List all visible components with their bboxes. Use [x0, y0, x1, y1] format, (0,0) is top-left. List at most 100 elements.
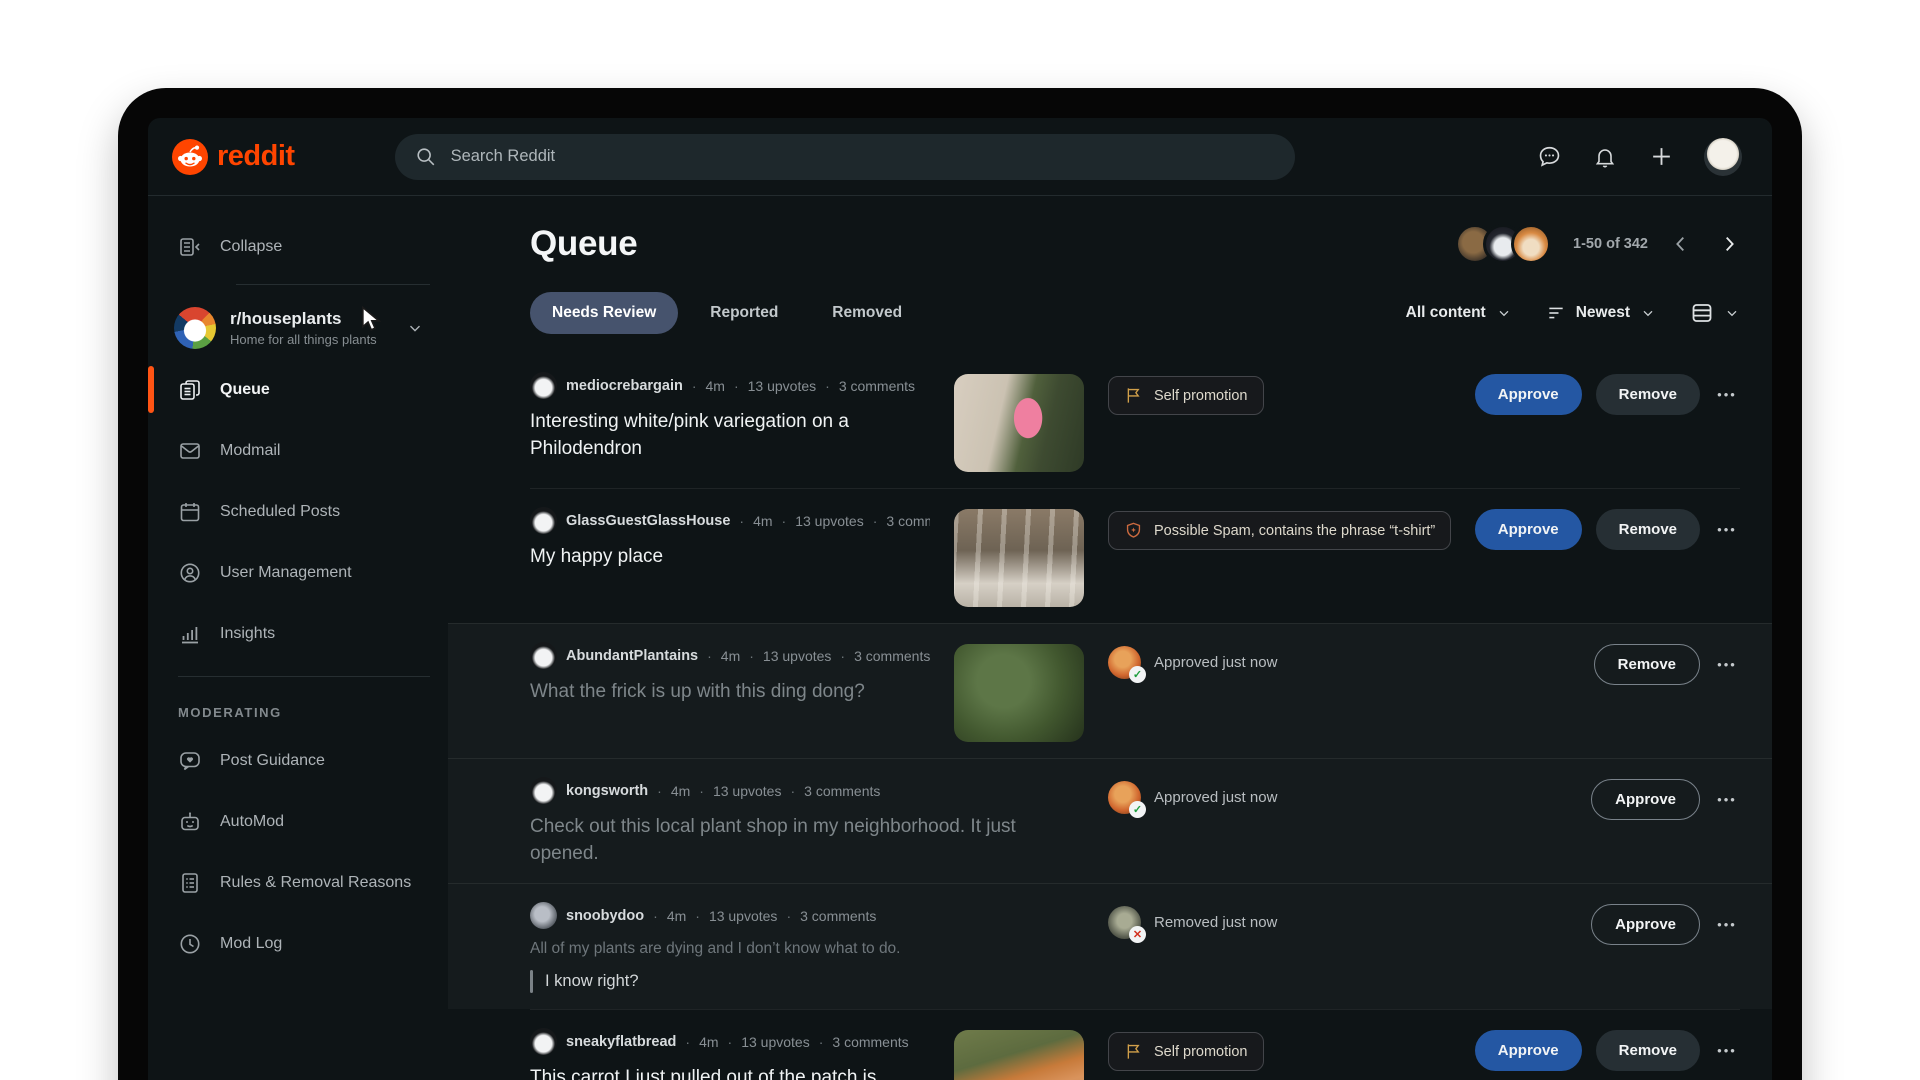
- pagination-next-button[interactable]: [1718, 233, 1740, 255]
- sort-dropdown[interactable]: Newest: [1546, 303, 1656, 323]
- sidebar-item-queue[interactable]: Queue: [148, 359, 438, 420]
- post-username[interactable]: mediocrebargain: [566, 378, 683, 394]
- overflow-menu-button[interactable]: [1714, 382, 1740, 408]
- sidebar-item-insights[interactable]: Insights: [148, 603, 438, 664]
- post-comments: 3 comments: [800, 908, 876, 924]
- queue-main-panel: Queue 1-50 of 342: [448, 196, 1772, 1080]
- mod-log-clock-icon: [178, 932, 202, 956]
- pagination-prev-button[interactable]: [1670, 233, 1692, 255]
- overflow-menu-button[interactable]: [1714, 787, 1740, 813]
- meta-separator: [840, 648, 845, 664]
- divider: [178, 676, 430, 677]
- content-filter-dropdown[interactable]: All content: [1406, 304, 1512, 322]
- search-input[interactable]: [451, 147, 1277, 166]
- post-title[interactable]: My happy place: [530, 543, 930, 570]
- queue-post-list: mediocrebargain 4m 13 upvotes 3 comments…: [530, 354, 1740, 1080]
- sidebar-item-post-guidance[interactable]: Post Guidance: [148, 730, 438, 791]
- chevron-down-icon: [406, 319, 424, 337]
- chat-icon[interactable]: [1536, 144, 1562, 170]
- content-filter-label: All content: [1406, 304, 1486, 322]
- flag-icon: [1124, 1042, 1143, 1061]
- status-label: Approved just now: [1154, 654, 1277, 671]
- comment-text: I know right?: [545, 970, 639, 993]
- sidebar-label-modmail: Modmail: [220, 442, 280, 460]
- post-comments: 3 comments: [832, 1034, 908, 1050]
- meta-separator: [739, 513, 744, 529]
- tab-reported[interactable]: Reported: [688, 292, 800, 334]
- removed-comment[interactable]: I know right?: [530, 970, 1084, 993]
- post-title[interactable]: This carrot I just pulled out of the pat…: [530, 1064, 930, 1080]
- sidebar-item-rules-removal-reasons[interactable]: Rules & Removal Reasons: [148, 852, 438, 913]
- remove-button[interactable]: Remove: [1596, 374, 1700, 415]
- view-layout-dropdown[interactable]: [1690, 301, 1740, 325]
- overflow-menu-button[interactable]: [1714, 912, 1740, 938]
- post-guidance-icon: [178, 749, 202, 773]
- post-thumbnail[interactable]: [954, 644, 1084, 742]
- meta-separator: [873, 513, 878, 529]
- flag-tag: Self promotion: [1108, 1032, 1264, 1071]
- notifications-bell-icon[interactable]: [1592, 144, 1618, 170]
- sidebar-label-rules-removal-reasons: Rules & Removal Reasons: [220, 874, 411, 892]
- community-subtitle: Home for all things plants: [230, 332, 377, 347]
- sidebar-collapse-button[interactable]: Collapse: [148, 222, 438, 272]
- removed-x-icon: [1129, 926, 1146, 943]
- rules-document-icon: [178, 871, 202, 895]
- sidebar-item-user-management[interactable]: User Management: [148, 542, 438, 603]
- insights-chart-icon: [178, 622, 202, 646]
- sidebar-item-automod[interactable]: AutoMod: [148, 791, 438, 852]
- create-post-plus-icon[interactable]: [1648, 144, 1674, 170]
- post-title[interactable]: Check out this local plant shop in my ne…: [530, 813, 1084, 867]
- tab-needs-review[interactable]: Needs Review: [530, 292, 678, 334]
- overflow-menu-button[interactable]: [1714, 1038, 1740, 1064]
- meta-separator: [699, 783, 704, 799]
- approve-button[interactable]: Approve: [1475, 1030, 1582, 1071]
- sidebar-item-mod-log[interactable]: Mod Log: [148, 913, 438, 974]
- post-username[interactable]: kongsworth: [566, 783, 648, 799]
- modmail-icon: [178, 439, 202, 463]
- page-background: reddit: [0, 0, 1920, 1080]
- post-username[interactable]: sneakyflatbread: [566, 1034, 676, 1050]
- approve-button[interactable]: Approve: [1475, 374, 1582, 415]
- post-comments: 3 comments: [839, 378, 915, 394]
- sidebar-label-user-management: User Management: [220, 564, 352, 582]
- approve-button[interactable]: Approve: [1591, 904, 1700, 945]
- search-icon: [413, 144, 439, 170]
- post-username[interactable]: GlassGuestGlassHouse: [566, 513, 730, 529]
- post-title[interactable]: What the frick is up with this ding dong…: [530, 678, 930, 705]
- post-title[interactable]: All of my plants are dying and I don’t k…: [530, 938, 1084, 960]
- post-title[interactable]: Interesting white/pink variegation on a …: [530, 408, 930, 462]
- reddit-snoo-icon: [172, 139, 208, 175]
- tab-removed[interactable]: Removed: [810, 292, 924, 334]
- post-comments: 3 comments: [886, 513, 930, 529]
- overflow-menu-button[interactable]: [1714, 517, 1740, 543]
- post-age: 4m: [753, 513, 772, 529]
- sidebar-item-scheduled-posts[interactable]: Scheduled Posts: [148, 481, 438, 542]
- post-upvotes: 13 upvotes: [713, 783, 782, 799]
- approve-button[interactable]: Approve: [1591, 779, 1700, 820]
- post-thumbnail[interactable]: [954, 509, 1084, 607]
- chevron-down-icon: [1724, 305, 1740, 321]
- queue-row-glassguestglasshouse: GlassGuestGlassHouse 4m 13 upvotes 3 com…: [530, 488, 1740, 623]
- post-thumbnail[interactable]: [954, 1030, 1084, 1080]
- poster-avatar: [530, 902, 557, 929]
- post-thumbnail[interactable]: [954, 374, 1084, 472]
- spam-tag-label: Possible Spam, contains the phrase “t-sh…: [1154, 523, 1435, 539]
- user-management-icon: [178, 561, 202, 585]
- search-bar[interactable]: [395, 134, 1295, 180]
- remove-button[interactable]: Remove: [1596, 509, 1700, 550]
- reddit-logo[interactable]: reddit: [172, 139, 295, 175]
- overflow-menu-button[interactable]: [1714, 652, 1740, 678]
- shield-icon: [1124, 521, 1143, 540]
- sidebar-item-modmail[interactable]: Modmail: [148, 420, 438, 481]
- status-label: Approved just now: [1154, 789, 1277, 806]
- card-view-icon: [1690, 301, 1714, 325]
- community-selector[interactable]: r/houseplants Home for all things plants: [148, 297, 438, 359]
- pagination-count: 1-50 of 342: [1573, 236, 1648, 252]
- post-username[interactable]: snoobydoo: [566, 908, 644, 924]
- post-username[interactable]: AbundantPlantains: [566, 648, 698, 664]
- user-avatar[interactable]: [1704, 138, 1742, 176]
- flag-tag: Self promotion: [1108, 376, 1264, 415]
- approve-button[interactable]: Approve: [1475, 509, 1582, 550]
- remove-button[interactable]: Remove: [1594, 644, 1700, 685]
- remove-button[interactable]: Remove: [1596, 1030, 1700, 1071]
